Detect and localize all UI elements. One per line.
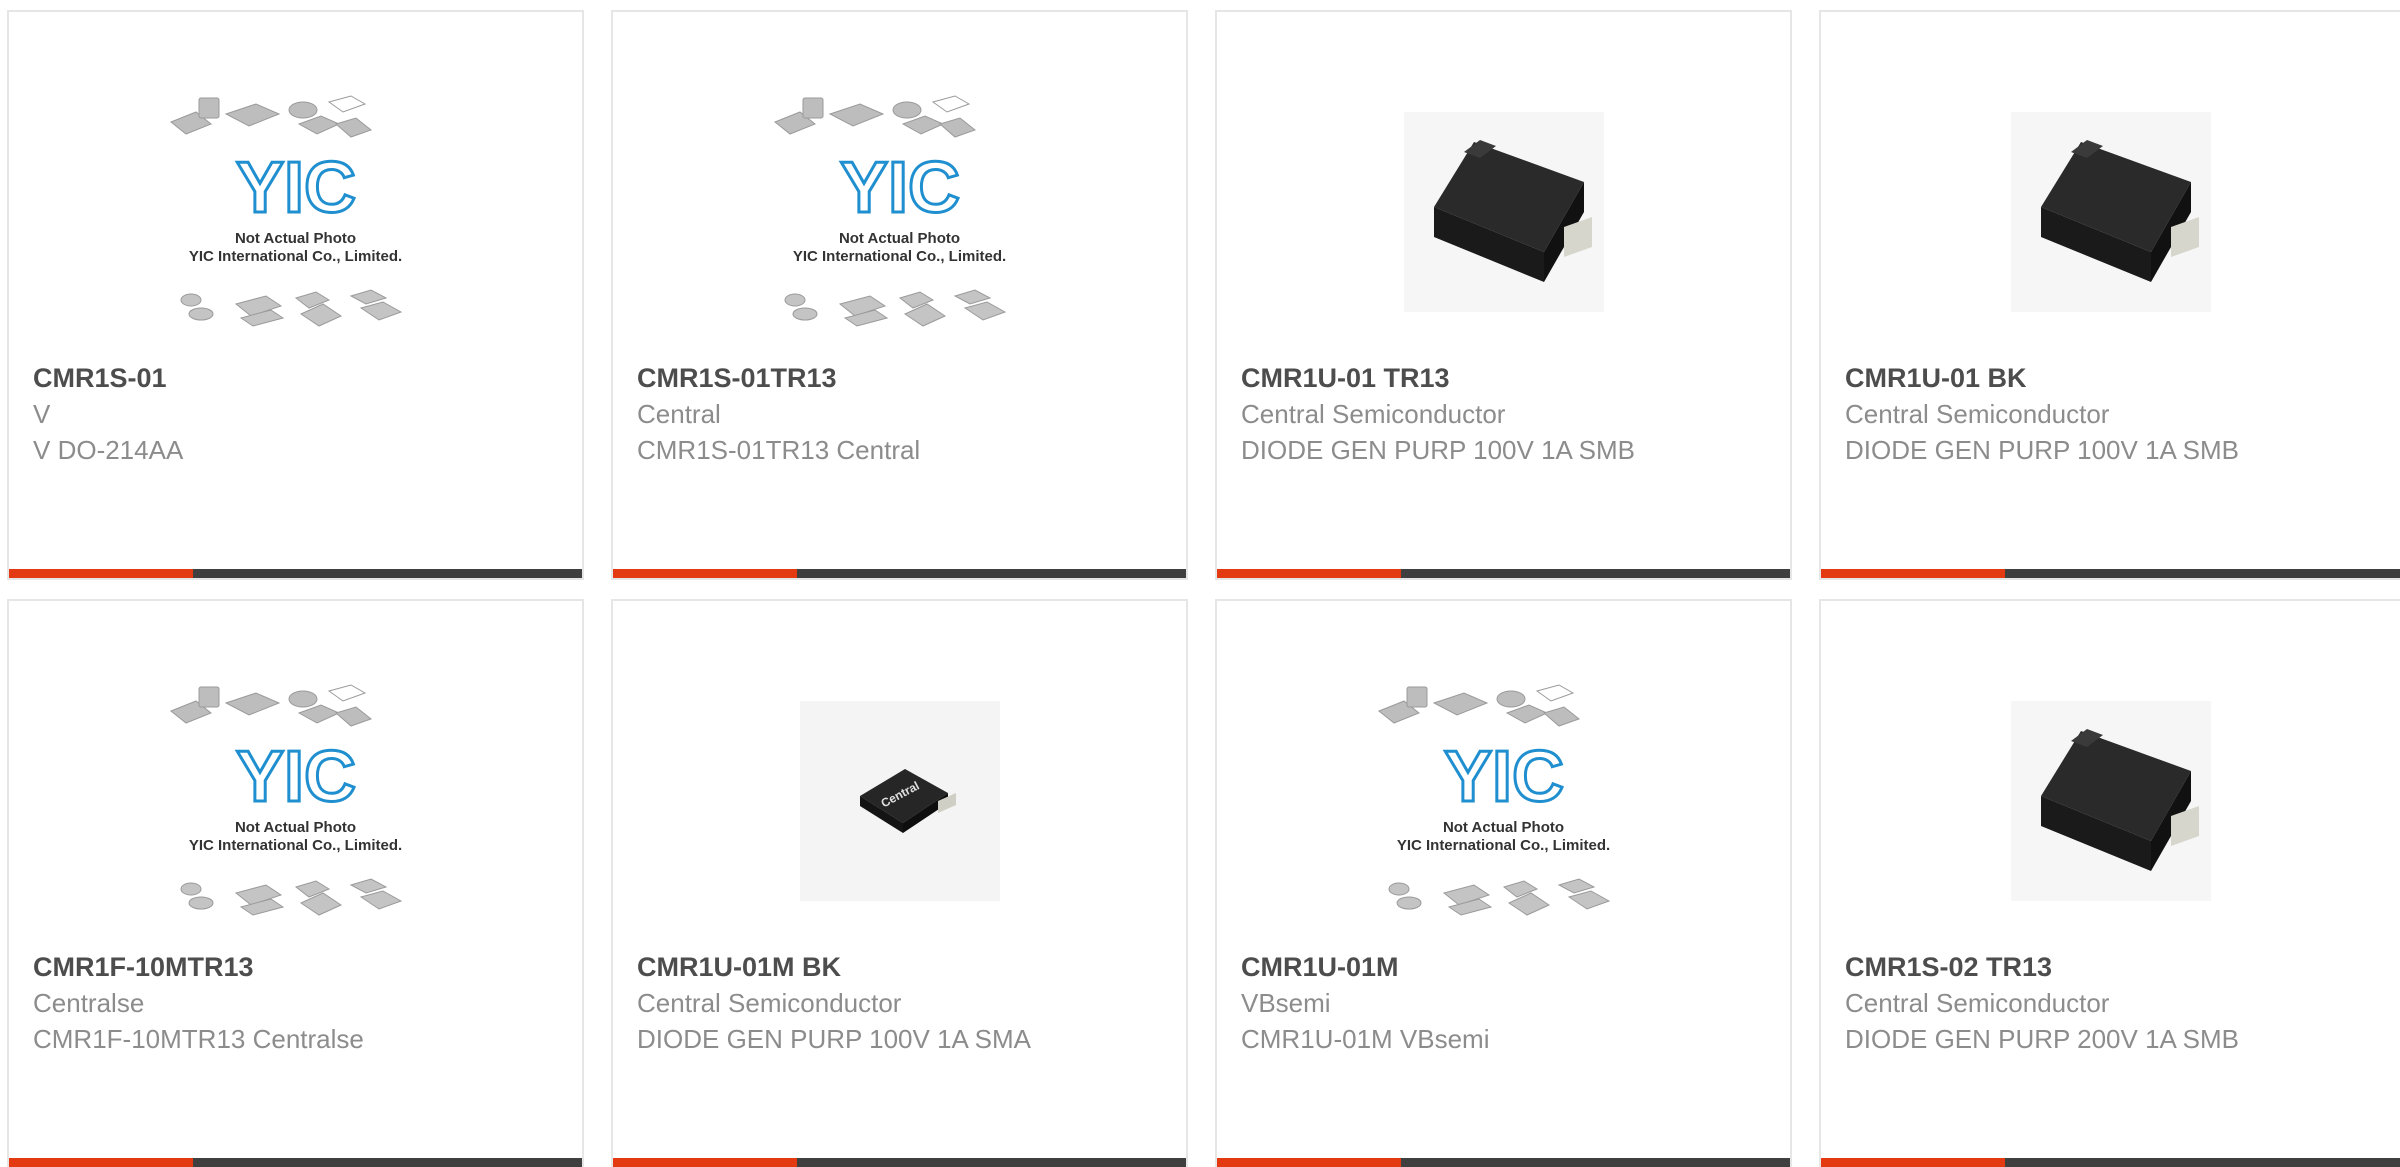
description: CMR1F-10MTR13 Centralse (33, 1024, 364, 1054)
svg-text:YIC: YIC (1443, 737, 1563, 817)
product-card[interactable]: YIC Not Actual Photo YIC International C… (7, 10, 584, 580)
smb-package-photo (2010, 112, 2211, 312)
part-number[interactable]: CMR1S-01 (33, 360, 558, 396)
card-footer-bar (1217, 569, 1790, 578)
description: V DO-214AA (33, 435, 184, 465)
manufacturer: Central Semiconductor (637, 988, 902, 1018)
product-card[interactable]: YIC Not Actual Photo YIC International C… (611, 10, 1188, 580)
card-footer-bar (9, 1158, 582, 1167)
product-card[interactable]: CMR1U-01 TR13 Central Semiconductor DIOD… (1215, 10, 1792, 580)
product-image[interactable] (1217, 72, 1790, 352)
manufacturer: Centralse (33, 988, 145, 1018)
product-card[interactable]: CMR1U-01 BK Central Semiconductor DIODE … (1819, 10, 2400, 580)
product-image[interactable]: YIC Not Actual Photo YIC International C… (9, 72, 582, 352)
yic-placeholder-image: YIC Not Actual Photo YIC International C… (161, 681, 431, 921)
description: CMR1S-01TR13 Central (637, 435, 921, 465)
product-grid: YIC Not Actual Photo YIC International C… (0, 0, 2400, 1167)
description: DIODE GEN PURP 100V 1A SMB (1845, 435, 2239, 465)
manufacturer: Central Semiconductor (1241, 399, 1506, 429)
placeholder-caption: Not Actual Photo YIC International Co., … (1396, 819, 1611, 854)
sma-package-photo: Central (799, 701, 1000, 901)
svg-text:YIC: YIC (839, 148, 959, 228)
manufacturer: Central Semiconductor (1845, 399, 2110, 429)
manufacturer: Central Semiconductor (1845, 988, 2110, 1018)
product-image[interactable]: Central (613, 661, 1186, 941)
card-footer-bar (1217, 1158, 1790, 1167)
chip-collage-icon: YIC (169, 95, 402, 327)
card-footer-bar (1821, 1158, 2400, 1167)
product-card[interactable]: Central CMR1U-01M BK Central Semiconduct… (611, 599, 1188, 1167)
card-footer-bar (1821, 569, 2400, 578)
manufacturer: VBsemi (1241, 988, 1331, 1018)
product-image[interactable]: YIC Not Actual Photo YIC International C… (9, 661, 582, 941)
product-card[interactable]: YIC Not Actual Photo YIC International C… (7, 599, 584, 1167)
product-image[interactable] (1821, 661, 2400, 941)
yic-placeholder-image: YIC Not Actual Photo YIC International C… (161, 92, 431, 332)
chip-collage-icon: YIC (1377, 684, 1610, 916)
placeholder-caption: Not Actual Photo YIC International Co., … (188, 819, 403, 854)
part-number[interactable]: CMR1U-01 BK (1845, 360, 2376, 396)
product-image[interactable]: YIC Not Actual Photo YIC International C… (613, 72, 1186, 352)
card-footer-bar (613, 1158, 1186, 1167)
description: DIODE GEN PURP 100V 1A SMA (637, 1024, 1031, 1054)
description: CMR1U-01M VBsemi (1241, 1024, 1490, 1054)
placeholder-caption: Not Actual Photo YIC International Co., … (188, 230, 403, 265)
product-image[interactable] (1821, 72, 2400, 352)
description: DIODE GEN PURP 100V 1A SMB (1241, 435, 1635, 465)
part-number[interactable]: CMR1U-01M BK (637, 949, 1162, 985)
manufacturer: V (33, 399, 51, 429)
card-footer-bar (9, 569, 582, 578)
description: DIODE GEN PURP 200V 1A SMB (1845, 1024, 2239, 1054)
part-number[interactable]: CMR1U-01 TR13 (1241, 360, 1766, 396)
card-footer-bar (613, 569, 1186, 578)
yic-placeholder-image: YIC Not Actual Photo YIC International C… (1369, 681, 1639, 921)
product-card[interactable]: CMR1S-02 TR13 Central Semiconductor DIOD… (1819, 599, 2400, 1167)
part-number[interactable]: CMR1S-01TR13 (637, 360, 1162, 396)
chip-collage-icon: YIC (169, 684, 402, 916)
product-card[interactable]: YIC Not Actual Photo YIC International C… (1215, 599, 1792, 1167)
smb-package-photo (1403, 112, 1604, 312)
manufacturer: Central (637, 399, 721, 429)
svg-text:YIC: YIC (235, 148, 355, 228)
part-number[interactable]: CMR1U-01M (1241, 949, 1766, 985)
chip-collage-icon: YIC (773, 95, 1006, 327)
product-image[interactable]: YIC Not Actual Photo YIC International C… (1217, 661, 1790, 941)
svg-text:YIC: YIC (235, 737, 355, 817)
yic-placeholder-image: YIC Not Actual Photo YIC International C… (765, 92, 1035, 332)
smb-package-photo (2010, 701, 2211, 901)
part-number[interactable]: CMR1F-10MTR13 (33, 949, 558, 985)
placeholder-caption: Not Actual Photo YIC International Co., … (792, 230, 1007, 265)
part-number[interactable]: CMR1S-02 TR13 (1845, 949, 2376, 985)
